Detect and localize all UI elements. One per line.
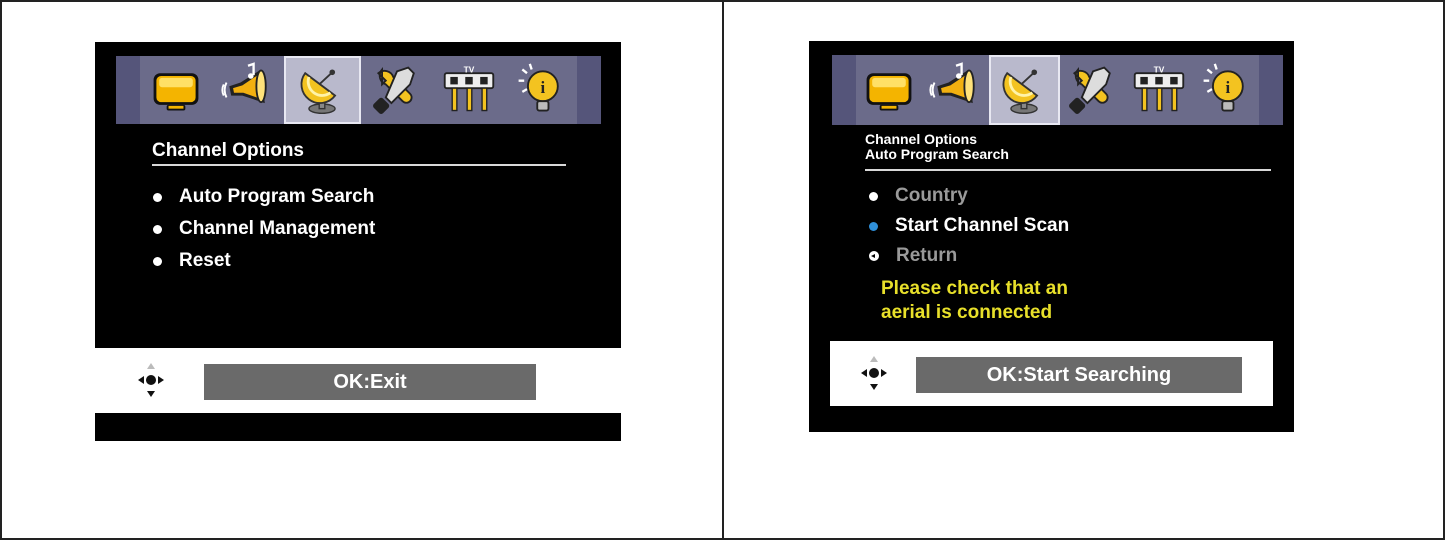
menu-list: Country Start Channel Scan Return [869, 181, 1069, 271]
bullet-icon [153, 192, 162, 202]
iconbar-edge-left [116, 56, 140, 124]
ok-start-searching-button[interactable]: OK:Start Searching [916, 357, 1242, 393]
sound-icon[interactable] [923, 55, 990, 125]
setup-icon[interactable] [1060, 55, 1127, 125]
bullet-icon [869, 191, 878, 201]
ok-exit-button[interactable]: OK:Exit [204, 364, 536, 400]
menu-item-reset[interactable]: Reset [153, 245, 375, 277]
iconbar-edge-right [1259, 55, 1283, 125]
input-icon[interactable] [433, 56, 505, 124]
menu-title-line: Channel Options [865, 131, 977, 147]
picture-icon[interactable] [856, 55, 923, 125]
menu-item-label: Channel Management [179, 218, 376, 239]
menu-item-label: Reset [179, 250, 231, 271]
menu-item-channel-management[interactable]: Channel Management [153, 213, 375, 245]
menu-title-line: Channel Options [152, 140, 304, 161]
menu-icon-bar [116, 56, 602, 124]
input-icon[interactable] [1126, 55, 1193, 125]
channel-icon[interactable] [989, 55, 1060, 125]
title-divider [865, 169, 1271, 171]
menu-item-label: Country [895, 185, 968, 206]
aerial-warning-message: Please check that an aerial is connected [881, 277, 1068, 325]
tv-osd-screen-channel-options: Channel Options Auto Program Search Chan… [95, 42, 621, 441]
selected-bullet-icon [869, 221, 878, 231]
warning-line: aerial is connected [881, 302, 1053, 323]
return-icon [869, 251, 879, 261]
menu-item-auto-program-search[interactable]: Auto Program Search [153, 181, 375, 213]
menu-item-country[interactable]: Country [869, 181, 1069, 211]
menu-item-label: Start Channel Scan [895, 215, 1070, 236]
navigation-arrows-icon [135, 360, 167, 400]
sound-icon[interactable] [212, 56, 284, 124]
menu-title: Channel Options Auto Program Search [865, 132, 1271, 162]
title-divider [152, 164, 566, 166]
info-icon[interactable] [1193, 55, 1260, 125]
bullet-icon [153, 256, 162, 266]
menu-item-return[interactable]: Return [869, 241, 1069, 271]
left-panel: Channel Options Auto Program Search Chan… [0, 0, 724, 540]
iconbar-edge-left [832, 55, 856, 125]
menu-icon-bar [832, 55, 1283, 125]
ok-button-label: OK:Exit [333, 370, 407, 393]
bullet-icon [153, 224, 162, 234]
menu-subtitle-line: Auto Program Search [865, 146, 1009, 162]
channel-icon[interactable] [284, 56, 361, 124]
tv-osd-screen-auto-program-search: Channel Options Auto Program Search Coun… [809, 41, 1294, 432]
ok-button-label: OK:Start Searching [986, 363, 1172, 386]
menu-item-label: Auto Program Search [179, 186, 375, 207]
iconbar-edge-right [577, 56, 602, 124]
picture-icon[interactable] [140, 56, 212, 124]
info-icon[interactable] [505, 56, 577, 124]
setup-icon[interactable] [361, 56, 433, 124]
menu-item-label: Return [896, 245, 958, 266]
navigation-arrows-icon [858, 353, 890, 393]
menu-title: Channel Options [152, 140, 566, 162]
footer-bar: OK:Exit [95, 348, 621, 413]
menu-item-start-channel-scan[interactable]: Start Channel Scan [869, 211, 1069, 241]
menu-list: Auto Program Search Channel Management R… [153, 181, 375, 277]
warning-line: Please check that an [881, 278, 1068, 299]
footer-bar: OK:Start Searching [830, 341, 1273, 406]
